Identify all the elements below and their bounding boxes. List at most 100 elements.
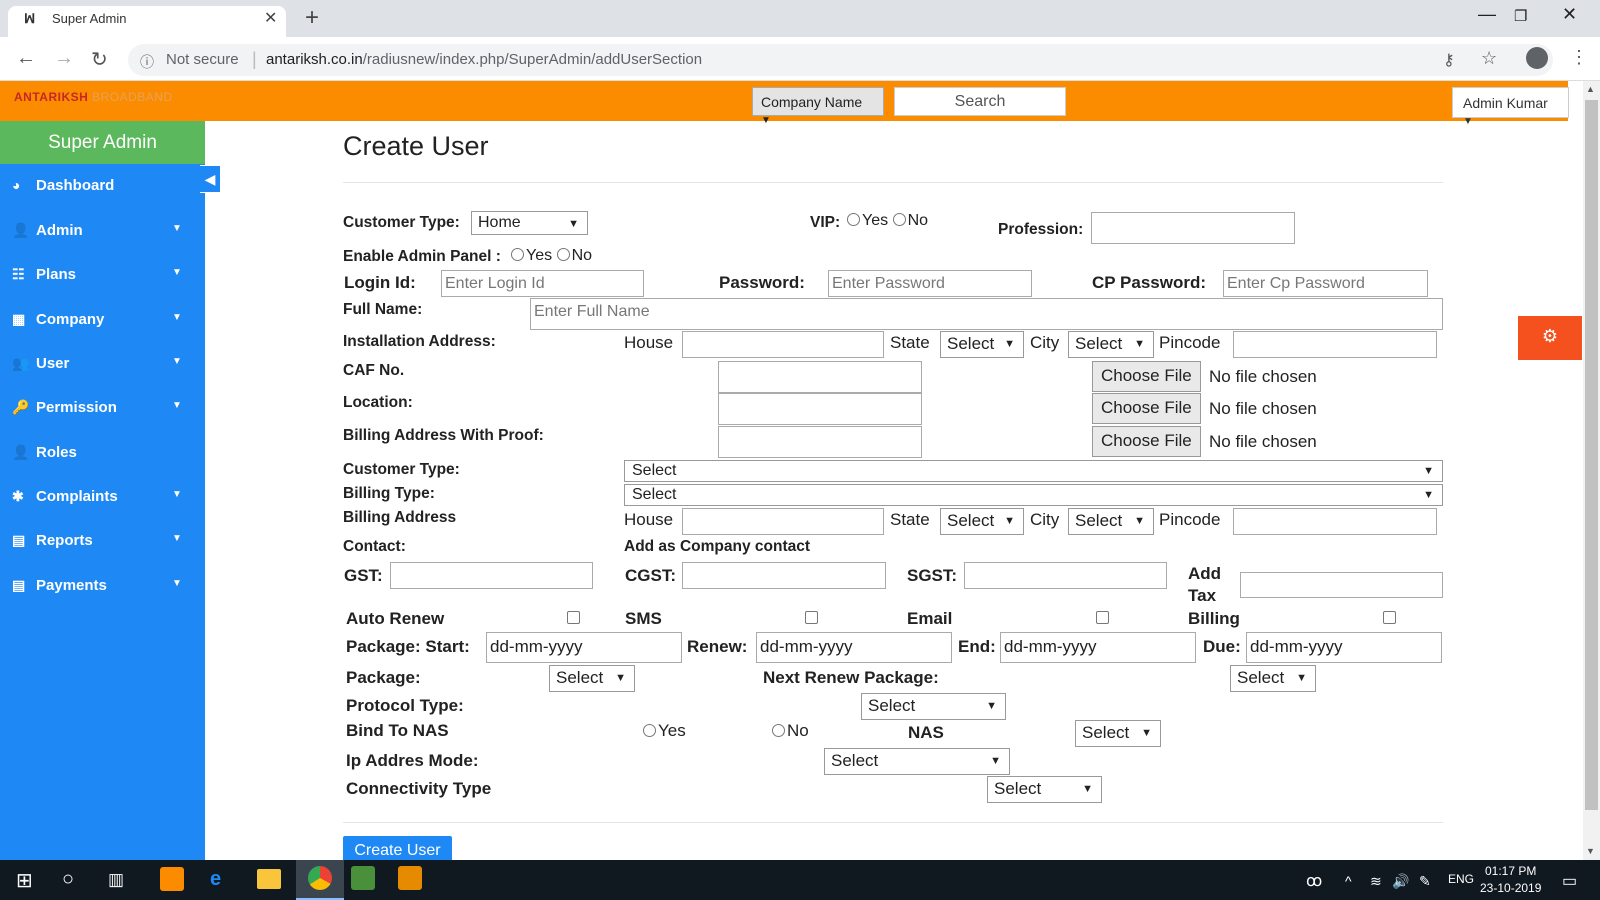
divider (343, 182, 1443, 183)
install-house-input[interactable] (682, 331, 884, 358)
task-view-icon[interactable]: ▥ (108, 870, 124, 890)
due-date-input[interactable]: dd-mm-yyyy (1246, 632, 1442, 663)
search-circle-icon[interactable]: ○ (62, 868, 74, 891)
billing-type-select[interactable]: Select ▼ (624, 484, 1443, 506)
password-input[interactable]: Enter Password (828, 270, 1032, 297)
billing-house-input[interactable] (682, 508, 884, 535)
sidebar-item-dashboard[interactable]: ◕ Dashboard (0, 164, 205, 208)
bug-icon: ✱ (12, 488, 24, 504)
browser-tab[interactable] (8, 6, 286, 37)
wifi-icon[interactable]: ≋ (1370, 873, 1382, 890)
close-window-icon[interactable]: ✕ (1562, 4, 1577, 25)
admin-no-radio[interactable] (556, 248, 570, 261)
clock[interactable]: 01:17 PM 23-10-2019 (1480, 863, 1541, 897)
forward-icon[interactable]: → (54, 47, 74, 70)
company-dropdown[interactable]: Company Name ▼ (752, 87, 884, 126)
brand-logo[interactable]: ANTARIKSH BROADBAND (14, 90, 173, 104)
billing-pincode-input[interactable] (1233, 508, 1437, 535)
back-icon[interactable]: ← (16, 47, 36, 70)
cp-password-input[interactable]: Enter Cp Password (1223, 270, 1428, 297)
sidebar-item-reports[interactable]: ▤ Reports ▼ (0, 519, 205, 563)
next-renew-package-select[interactable]: Select ▼ (1230, 665, 1316, 692)
add-tax-input[interactable] (1240, 572, 1443, 598)
url-text[interactable]: antariksh.co.in/radiusnew/index.php/Supe… (266, 51, 702, 68)
billing-proof-input[interactable] (718, 426, 922, 458)
new-tab-button[interactable]: + (305, 4, 319, 32)
sidebar-item-admin[interactable]: 👤 Admin ▼ (0, 209, 205, 253)
billing-proof-label: Billing Address With Proof: (343, 427, 544, 444)
admin-yes-radio[interactable] (511, 248, 524, 261)
caret-down-icon: ▼ (1004, 515, 1015, 527)
billing-state-select[interactable]: Select ▼ (940, 508, 1024, 535)
cgst-input[interactable] (682, 562, 886, 589)
language-indicator[interactable]: ENG (1448, 872, 1474, 886)
close-tab-icon[interactable]: ✕ (264, 8, 277, 28)
volume-icon[interactable]: 🔊 (1392, 873, 1409, 890)
billing-city-select[interactable]: Select ▼ (1068, 508, 1154, 535)
scroll-down-icon[interactable]: ▼ (1586, 846, 1595, 856)
sgst-input[interactable] (964, 562, 1167, 589)
xampp-icon[interactable] (160, 867, 184, 891)
connectivity-type-select[interactable]: Select ▼ (987, 776, 1102, 803)
info-icon[interactable]: ⓘ (140, 52, 154, 72)
sidebar-item-roles[interactable]: 👤 Roles (0, 431, 205, 475)
sms-checkbox[interactable] (805, 611, 818, 624)
minimize-icon[interactable]: — (1478, 4, 1496, 25)
restore-icon[interactable]: ❐ (1514, 7, 1527, 25)
install-city-select[interactable]: Select ▼ (1068, 331, 1154, 358)
sidebar-item-complaints[interactable]: ✱ Complaints ▼ (0, 475, 205, 519)
caf-choose-file-button[interactable]: Choose File (1092, 361, 1201, 392)
sidebar-item-company[interactable]: ▦ Company ▼ (0, 298, 205, 342)
gst-input[interactable] (390, 562, 593, 589)
protocol-type-select[interactable]: Select ▼ (861, 693, 1006, 720)
ip-address-mode-select[interactable]: Select ▼ (824, 748, 1010, 775)
star-icon[interactable]: ☆ (1481, 48, 1497, 69)
edge-icon[interactable]: e (210, 868, 221, 891)
clock-date: 23-10-2019 (1480, 881, 1542, 895)
email-checkbox[interactable] (1096, 611, 1109, 624)
nas-select[interactable]: Select ▼ (1075, 720, 1161, 747)
scroll-up-icon[interactable]: ▲ (1586, 84, 1595, 94)
pen-icon[interactable]: ✎ (1419, 873, 1431, 890)
app-store-icon[interactable] (351, 866, 375, 890)
search-input[interactable]: Search (894, 87, 1066, 116)
bind-nas-no-radio[interactable] (772, 724, 785, 737)
people-icon[interactable]: ꝏ (1306, 871, 1322, 891)
vip-yes-radio[interactable] (847, 213, 860, 226)
settings-gear-button[interactable]: ⚙ (1518, 316, 1582, 360)
sidebar-item-user[interactable]: 👥 User ▼ (0, 342, 205, 386)
vip-no-radio[interactable] (892, 213, 906, 226)
package-select[interactable]: Select ▼ (549, 665, 635, 692)
notification-icon[interactable]: ▭ (1562, 871, 1577, 891)
windows-start-icon[interactable]: ⊞ (16, 868, 33, 893)
customer-type-select[interactable]: Home ▼ (471, 211, 588, 235)
scrollbar-thumb[interactable] (1585, 100, 1598, 810)
end-date-input[interactable]: dd-mm-yyyy (1000, 632, 1196, 663)
sidebar-item-plans[interactable]: ☷ Plans ▼ (0, 253, 205, 297)
file-explorer-icon[interactable] (257, 869, 281, 889)
bind-nas-yes-radio[interactable] (643, 724, 656, 737)
sidebar-item-payments[interactable]: ▤ Payments ▼ (0, 564, 205, 608)
login-id-input[interactable]: Enter Login Id (441, 270, 644, 297)
sidebar-item-permission[interactable]: 🔑 Permission ▼ (0, 386, 205, 430)
install-pincode-input[interactable] (1233, 331, 1437, 358)
location-choose-file-button[interactable]: Choose File (1092, 393, 1201, 424)
reload-icon[interactable]: ↻ (91, 47, 108, 72)
billing-proof-choose-file-button[interactable]: Choose File (1092, 426, 1201, 457)
chevron-up-icon[interactable]: ^ (1345, 873, 1352, 889)
menu-kebab-icon[interactable]: ⋮ (1570, 47, 1588, 68)
billing-checkbox[interactable] (1383, 611, 1396, 624)
key-icon[interactable]: ⚷ (1443, 50, 1455, 70)
sublime-text-icon[interactable] (398, 866, 422, 890)
install-state-select[interactable]: Select ▼ (940, 331, 1024, 358)
full-name-input[interactable]: Enter Full Name (530, 298, 1443, 330)
customer-type-2-select[interactable]: Select ▼ (624, 460, 1443, 482)
auto-renew-checkbox[interactable] (567, 611, 580, 624)
package-start-date-input[interactable]: dd-mm-yyyy (486, 632, 682, 663)
profile-avatar-icon[interactable] (1526, 47, 1548, 69)
profession-input[interactable] (1091, 212, 1295, 244)
renew-date-input[interactable]: dd-mm-yyyy (756, 632, 952, 663)
caf-input[interactable] (718, 361, 922, 393)
location-input[interactable] (718, 393, 922, 425)
user-menu-dropdown[interactable]: Admin Kumar ▼ (1452, 87, 1569, 127)
